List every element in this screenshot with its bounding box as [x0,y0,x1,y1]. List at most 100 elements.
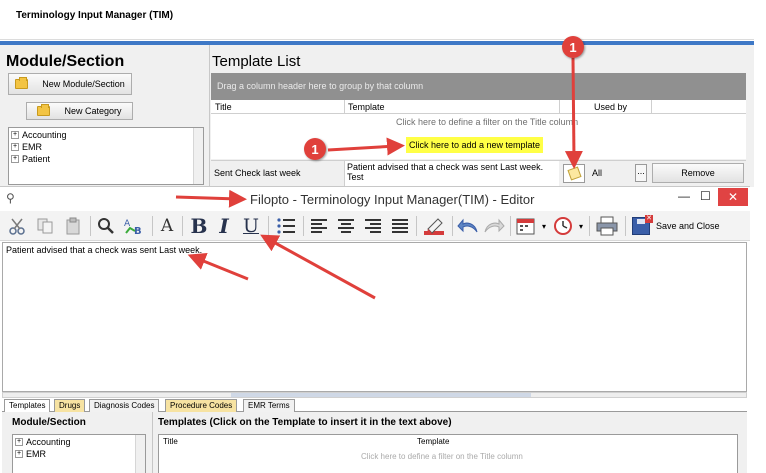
close-window-button[interactable]: ✕ [718,188,748,206]
lower-column-title[interactable]: Title [163,437,178,446]
filter-row[interactable]: Click here to define a filter on the Tit… [211,114,746,130]
new-module-button[interactable]: New Module/Section [8,73,132,95]
module-panel-title: Module/Section [6,53,125,70]
lower-module-title: Module/Section [12,417,86,428]
minimize-button[interactable]: — [678,189,690,203]
redo-button[interactable] [482,216,506,236]
lower-templates-grid[interactable]: Title Template Click here to define a fi… [158,434,738,473]
used-by-picker-button[interactable]: ... [635,164,647,182]
spell-check-button[interactable]: AB [122,216,148,236]
align-right-icon [365,219,381,233]
new-module-label: New Module/Section [42,79,125,89]
new-template-row: Click here to add a new template [211,130,746,159]
templates-tab-content: Module/Section Templates (Click on the T… [2,412,747,473]
filter-hint: Click here to define a filter on the Tit… [396,117,579,127]
justify-icon [392,219,408,233]
tree-scrollbar[interactable] [193,128,203,184]
template-list-panel: Template List Drag a column header here … [210,45,754,187]
align-center-button[interactable] [335,216,357,236]
expand-icon[interactable]: + [11,131,19,139]
module-tree[interactable]: + Accounting + EMR + Patient [8,127,204,185]
lower-column-template[interactable]: Template [417,437,449,446]
editor-text-area[interactable]: Patient advised that a check was sent La… [2,242,747,392]
module-panel: Module/Section New Module/Section New Ca… [0,45,210,187]
svg-text:B: B [134,226,142,236]
redo-icon [484,218,505,233]
lower-module-tree[interactable]: + Accounting + EMR [12,434,146,473]
calendar-icon [516,218,535,235]
row-used-by: All [592,168,603,178]
pencil-edit-icon [566,166,582,181]
cut-button[interactable] [6,216,28,236]
remove-button[interactable]: Remove [652,163,744,183]
print-button[interactable] [594,216,620,236]
app-title-bar: Terminology Input Manager (TIM) [0,0,754,40]
italic-button[interactable]: I [214,214,234,238]
tab-templates[interactable]: Templates [4,399,51,413]
tab-drugs[interactable]: Drugs [54,399,86,412]
new-category-button[interactable]: New Category [26,102,133,120]
expand-icon[interactable]: + [15,450,23,458]
highlight-button[interactable] [421,216,447,236]
align-left-button[interactable] [308,216,330,236]
undo-button[interactable] [456,216,480,236]
align-right-button[interactable] [362,216,384,236]
tab-procedure-codes[interactable]: Procedure Codes [165,399,238,412]
editor-title: Filopto - Terminology Input Manager(TIM)… [250,192,535,207]
lower-filter-hint: Click here to define a filter on the Tit… [361,452,523,461]
tree-item-patient[interactable]: + Patient [11,154,50,164]
time-dropdown-chevron-icon[interactable]: ▾ [577,216,585,236]
paste-icon [66,217,80,235]
app-title: Terminology Input Manager (TIM) [16,10,174,21]
folder-add-icon [37,104,51,116]
tree-item-emr[interactable]: + EMR [15,449,46,459]
column-used-by[interactable]: Used by [594,102,627,112]
expand-icon[interactable]: + [11,143,19,151]
justify-button[interactable] [389,216,411,236]
save-close-icon: ✕ [632,215,653,235]
tab-diagnosis-codes[interactable]: Diagnosis Codes [89,399,160,412]
spell-check-icon: AB [124,219,142,236]
copy-button[interactable] [34,216,56,236]
step-badge-top: 1 [562,36,584,58]
tree-item-emr[interactable]: + EMR [11,142,42,152]
date-dropdown-chevron-icon[interactable]: ▾ [540,216,548,236]
bullet-list-icon [277,218,295,234]
insert-date-button[interactable] [514,216,538,236]
expand-icon[interactable]: + [15,438,23,446]
new-category-label: New Category [64,106,122,116]
search-icon [98,218,114,234]
edit-template-button[interactable] [563,164,585,183]
bold-button[interactable]: B [188,214,210,238]
tab-emr-terms[interactable]: EMR Terms [243,399,295,412]
align-center-icon [338,219,354,233]
font-button[interactable]: A [157,216,177,236]
save-and-close-button[interactable]: ✕ Save and Close [632,215,720,237]
printer-icon [596,216,618,236]
underline-button[interactable]: U [240,215,262,237]
expand-icon[interactable]: + [11,155,19,163]
row-template: Patient advised that a check was sent La… [344,161,559,186]
tab-strip: Templates Drugs Diagnosis Codes Procedur… [2,398,747,413]
bullet-list-button[interactable] [274,216,298,236]
find-button[interactable] [95,216,117,236]
align-left-icon [311,219,327,233]
scissors-icon [9,218,25,235]
undo-icon [457,218,478,233]
table-row[interactable]: Sent Check last week Patient advised tha… [211,160,746,186]
group-by-bar[interactable]: Drag a column header here to group by th… [211,73,746,100]
paste-button[interactable] [62,216,84,236]
clock-icon [554,217,572,235]
add-new-template-button[interactable]: Click here to add a new template [406,137,543,153]
column-template[interactable]: Template [348,102,385,112]
editor-title-bar: ⚲ Filopto - Terminology Input Manager(TI… [0,187,750,211]
row-title: Sent Check last week [214,168,301,178]
maximize-button[interactable]: ☐ [700,189,711,203]
column-title[interactable]: Title [215,102,232,112]
lower-templates-title: Templates (Click on the Template to inse… [158,417,452,428]
tree-item-accounting[interactable]: + Accounting [11,130,67,140]
column-header-row: Title Template Used by [211,100,746,114]
tree-item-accounting[interactable]: + Accounting [15,437,71,447]
insert-time-button[interactable] [551,216,575,236]
lower-tree-scrollbar[interactable] [135,435,145,473]
